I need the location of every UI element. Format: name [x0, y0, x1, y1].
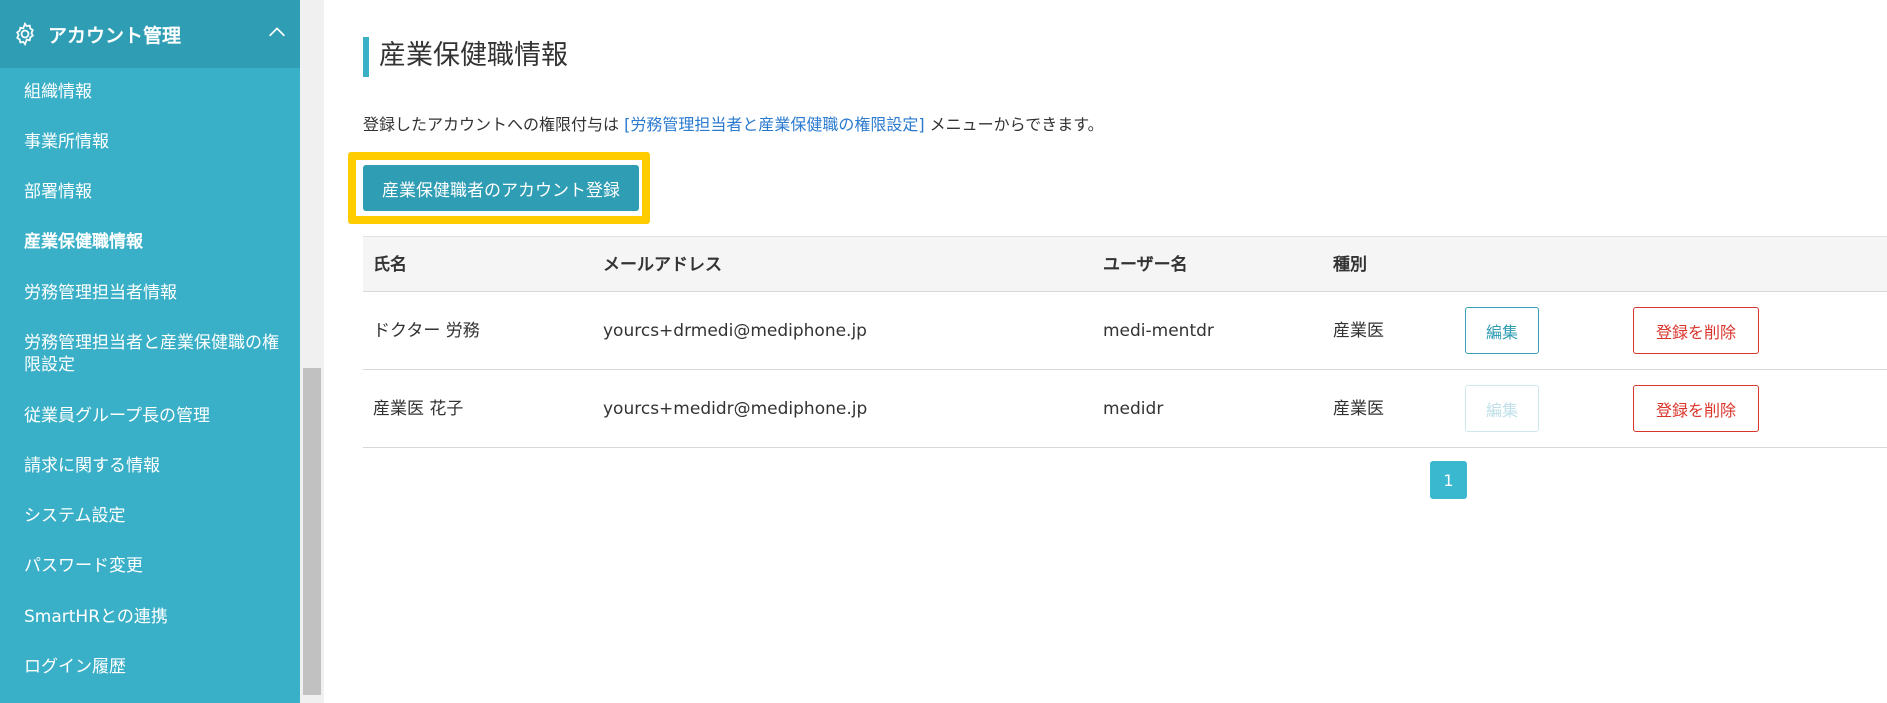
page-title: 産業保健職情報: [379, 40, 568, 71]
edit-button-disabled: 編集: [1465, 385, 1539, 432]
table-row: 産業医 花子 yourcs+medidr@mediphone.jp medidr…: [363, 370, 1887, 448]
column-header-type: 種別: [1333, 255, 1367, 275]
page-number-current[interactable]: 1: [1430, 461, 1467, 499]
sidebar-item-occupational-health[interactable]: 産業保健職情報: [0, 231, 300, 253]
cell-type: 産業医: [1333, 399, 1384, 419]
sidebar-item-office[interactable]: 事業所情報: [0, 131, 300, 153]
gear-icon: [16, 21, 34, 47]
notice-text-before: 登録したアカウントへの権限付与は: [363, 115, 625, 134]
permission-settings-link[interactable]: [労務管理担当者と産業保健職の権限設定]: [624, 115, 925, 134]
cell-name: 産業医 花子: [373, 399, 464, 419]
register-account-button[interactable]: 産業保健職者のアカウント登録: [363, 165, 639, 211]
sidebar-item-system-settings[interactable]: システム設定: [0, 505, 300, 527]
cell-username: medidr: [1103, 399, 1164, 419]
cell-email: yourcs+medidr@mediphone.jp: [603, 399, 868, 419]
table-header-row: 氏名 メールアドレス ユーザー名 種別: [363, 236, 1887, 292]
cell-type: 産業医: [1333, 321, 1384, 341]
chevron-up-icon[interactable]: [266, 22, 288, 44]
title-accent-bar: [363, 37, 369, 77]
column-header-name: 氏名: [373, 255, 407, 275]
sidebar-section-header[interactable]: アカウント管理: [0, 0, 300, 68]
cell-name: ドクター 労務: [373, 321, 480, 341]
table-row: ドクター 労務 yourcs+drmedi@mediphone.jp medi-…: [363, 292, 1887, 370]
staff-table: 氏名 メールアドレス ユーザー名 種別 ドクター 労務 yourcs+drmed…: [363, 236, 1887, 448]
sidebar-item-group-leader[interactable]: 従業員グループ長の管理: [0, 405, 300, 427]
cell-username: medi-mentdr: [1103, 321, 1214, 341]
sidebar-item-password-change[interactable]: パスワード変更: [0, 555, 300, 577]
sidebar-scrollbar-thumb[interactable]: [303, 368, 321, 695]
permission-notice: 登録したアカウントへの権限付与は [労務管理担当者と産業保健職の権限設定] メニ…: [363, 113, 1104, 137]
pagination: 1: [1430, 461, 1467, 499]
column-header-email: メールアドレス: [603, 255, 722, 275]
sidebar-section-title: アカウント管理: [48, 24, 182, 47]
delete-registration-button[interactable]: 登録を削除: [1633, 307, 1759, 354]
delete-registration-button[interactable]: 登録を削除: [1633, 385, 1759, 432]
sidebar-menu: 組織情報 事業所情報 部署情報 産業保健職情報 労務管理担当者情報 労務管理担当…: [0, 68, 300, 678]
sidebar-item-department[interactable]: 部署情報: [0, 181, 300, 203]
notice-text-after: メニューからできます。: [924, 115, 1104, 134]
sidebar-item-permission-settings[interactable]: 労務管理担当者と産業保健職の権限設定: [0, 332, 290, 376]
column-header-username: ユーザー名: [1103, 255, 1188, 275]
main-content: 産業保健職情報 登録したアカウントへの権限付与は [労務管理担当者と産業保健職の…: [324, 0, 1887, 703]
sidebar-item-login-history[interactable]: ログイン履歴: [0, 656, 300, 678]
sidebar-item-smarthr[interactable]: SmartHRとの連携: [0, 606, 300, 628]
sidebar-item-billing[interactable]: 請求に関する情報: [0, 455, 300, 477]
sidebar-item-organization[interactable]: 組織情報: [0, 81, 300, 103]
cell-email: yourcs+drmedi@mediphone.jp: [603, 321, 867, 341]
edit-button[interactable]: 編集: [1465, 307, 1539, 354]
sidebar-item-labor-manager[interactable]: 労務管理担当者情報: [0, 282, 300, 304]
sidebar: アカウント管理 組織情報 事業所情報 部署情報 産業保健職情報 労務管理担当者情…: [0, 0, 300, 703]
